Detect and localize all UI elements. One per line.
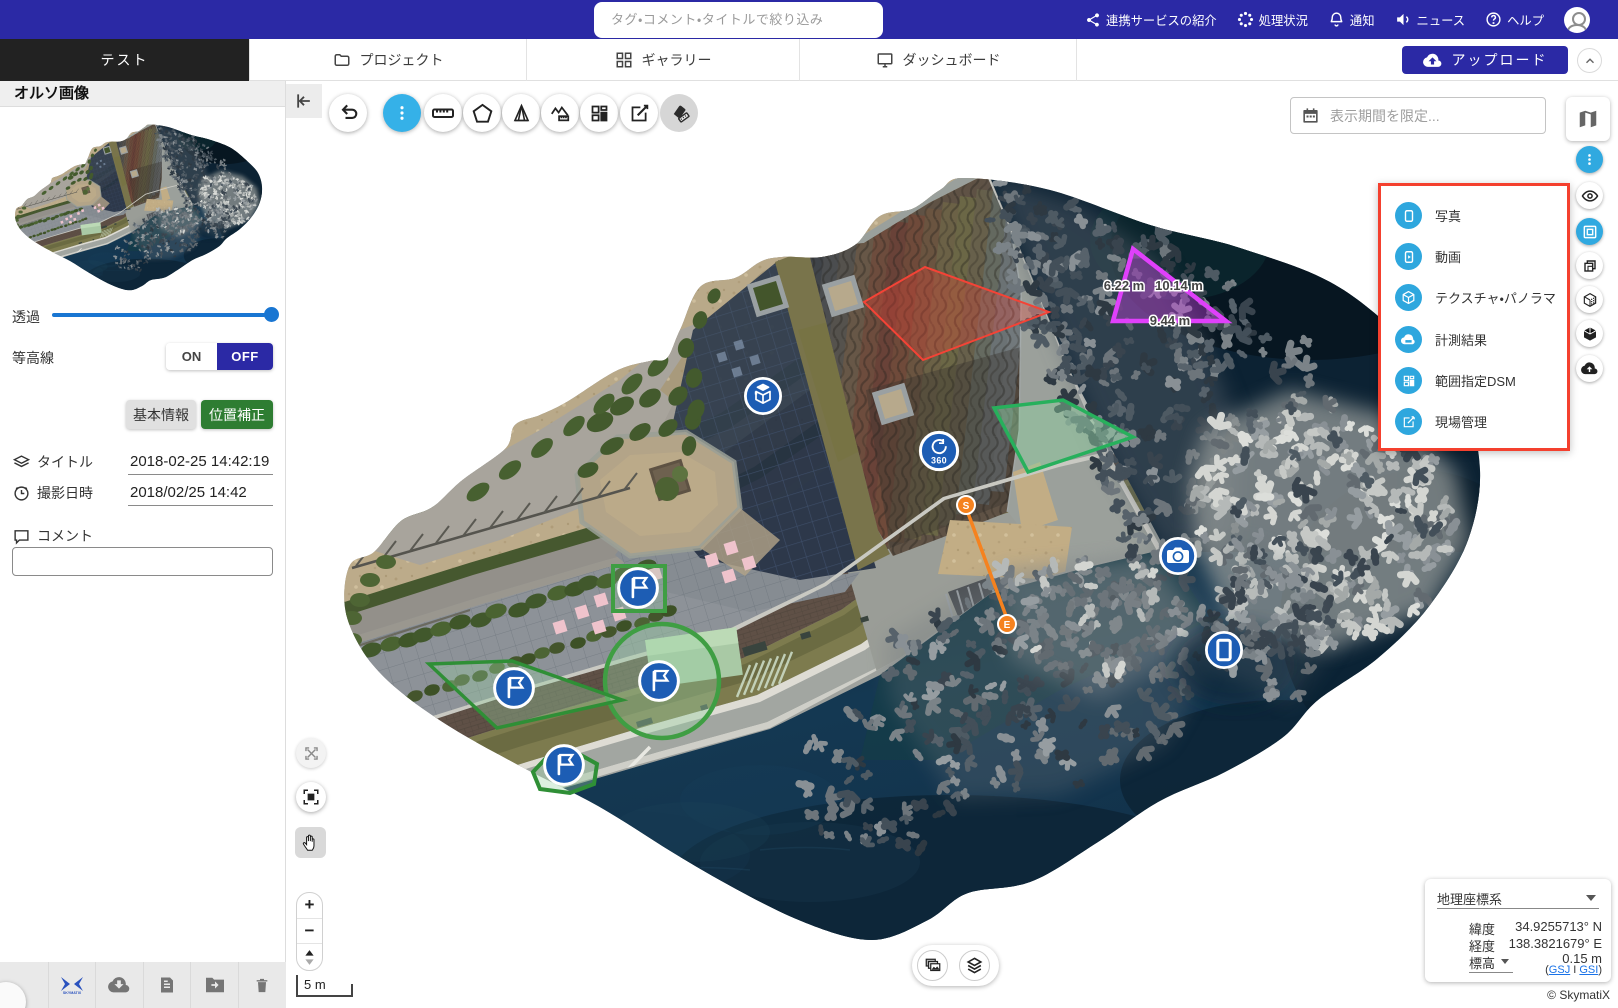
svg-text:SKYMATIX: SKYMATIX bbox=[63, 991, 82, 995]
svg-text:E: E bbox=[1004, 620, 1011, 631]
svg-text:360: 360 bbox=[931, 456, 947, 466]
svg-text:6.22 m: 6.22 m bbox=[1104, 278, 1144, 293]
svg-text:9.44 m: 9.44 m bbox=[1150, 313, 1190, 328]
svg-text:10.14 m: 10.14 m bbox=[1155, 278, 1203, 293]
svg-text:S: S bbox=[963, 501, 970, 512]
